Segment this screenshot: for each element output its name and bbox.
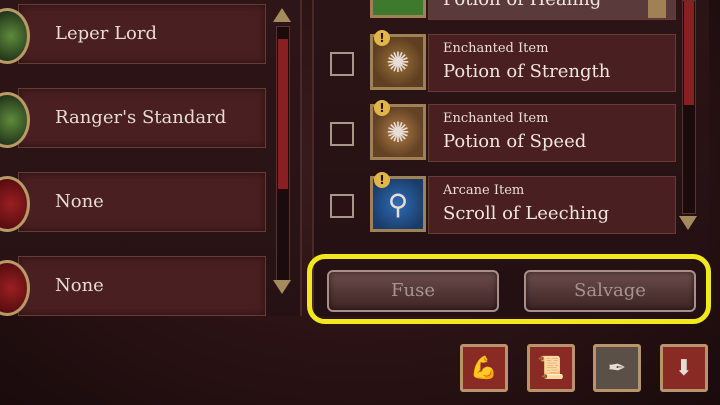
left-scrollbar[interactable] (276, 26, 290, 282)
item-type: Enchanted Item (443, 41, 549, 56)
download-icon[interactable]: ⬇ (660, 344, 708, 392)
healing-potion-icon (370, 0, 426, 18)
strength-arm-icon[interactable]: 💪 (460, 344, 508, 392)
slot-box: None (18, 172, 266, 232)
left-scroll-thumb[interactable] (278, 39, 288, 189)
list-item[interactable]: Potion of Healing (328, 0, 688, 24)
list-item[interactable]: ✺ ! Enchanted Item Potion of Speed (328, 100, 688, 166)
right-scrollbar[interactable] (682, 0, 696, 214)
slot-row[interactable]: Ranger's Standard (0, 88, 266, 148)
item-name: Potion of Speed (443, 131, 587, 152)
scroll-page-icon[interactable]: 📜 (527, 344, 575, 392)
slot-row[interactable]: Leper Lord (0, 4, 266, 64)
slot-label: None (55, 275, 104, 296)
slot-row[interactable]: None (0, 256, 266, 316)
item-box: Arcane Item Scroll of Leeching (428, 176, 676, 234)
slot-label: Ranger's Standard (55, 107, 227, 128)
slot-box: Leper Lord (18, 4, 266, 64)
warning-badge-icon: ! (374, 100, 390, 116)
item-checkbox[interactable] (330, 122, 354, 146)
list-item[interactable]: ✺ ! Enchanted Item Potion of Strength (328, 30, 688, 96)
slot-row[interactable]: None (0, 172, 266, 232)
scroll-down-arrow-icon[interactable] (273, 280, 291, 294)
warning-badge-icon: ! (374, 30, 390, 46)
item-type: Arcane Item (443, 183, 525, 198)
slot-box: Ranger's Standard (18, 88, 266, 148)
item-box: Enchanted Item Potion of Strength (428, 34, 676, 92)
item-checkbox[interactable] (330, 194, 354, 218)
equip-marker-icon (648, 0, 666, 18)
scroll-up-arrow-icon[interactable] (273, 8, 291, 22)
item-name: Scroll of Leeching (443, 203, 610, 224)
item-name: Potion of Healing (443, 0, 601, 10)
item-box: Enchanted Item Potion of Speed (428, 104, 676, 162)
slot-box: None (18, 256, 266, 316)
warning-badge-icon: ! (374, 172, 390, 188)
slot-label: None (55, 191, 104, 212)
item-name: Potion of Strength (443, 61, 611, 82)
item-type: Enchanted Item (443, 111, 549, 126)
slot-label: Leper Lord (55, 23, 158, 44)
list-item[interactable]: ⚲ ! Arcane Item Scroll of Leeching (328, 172, 688, 238)
scroll-down-arrow-icon[interactable] (679, 216, 697, 230)
feather-icon[interactable]: ✒ (593, 344, 641, 392)
equipment-slot-panel: Leper Lord Ranger's Standard None None (0, 0, 302, 316)
item-box: Potion of Healing (428, 0, 676, 20)
right-scroll-thumb[interactable] (684, 1, 694, 105)
highlight-frame (307, 254, 711, 324)
item-checkbox[interactable] (330, 52, 354, 76)
